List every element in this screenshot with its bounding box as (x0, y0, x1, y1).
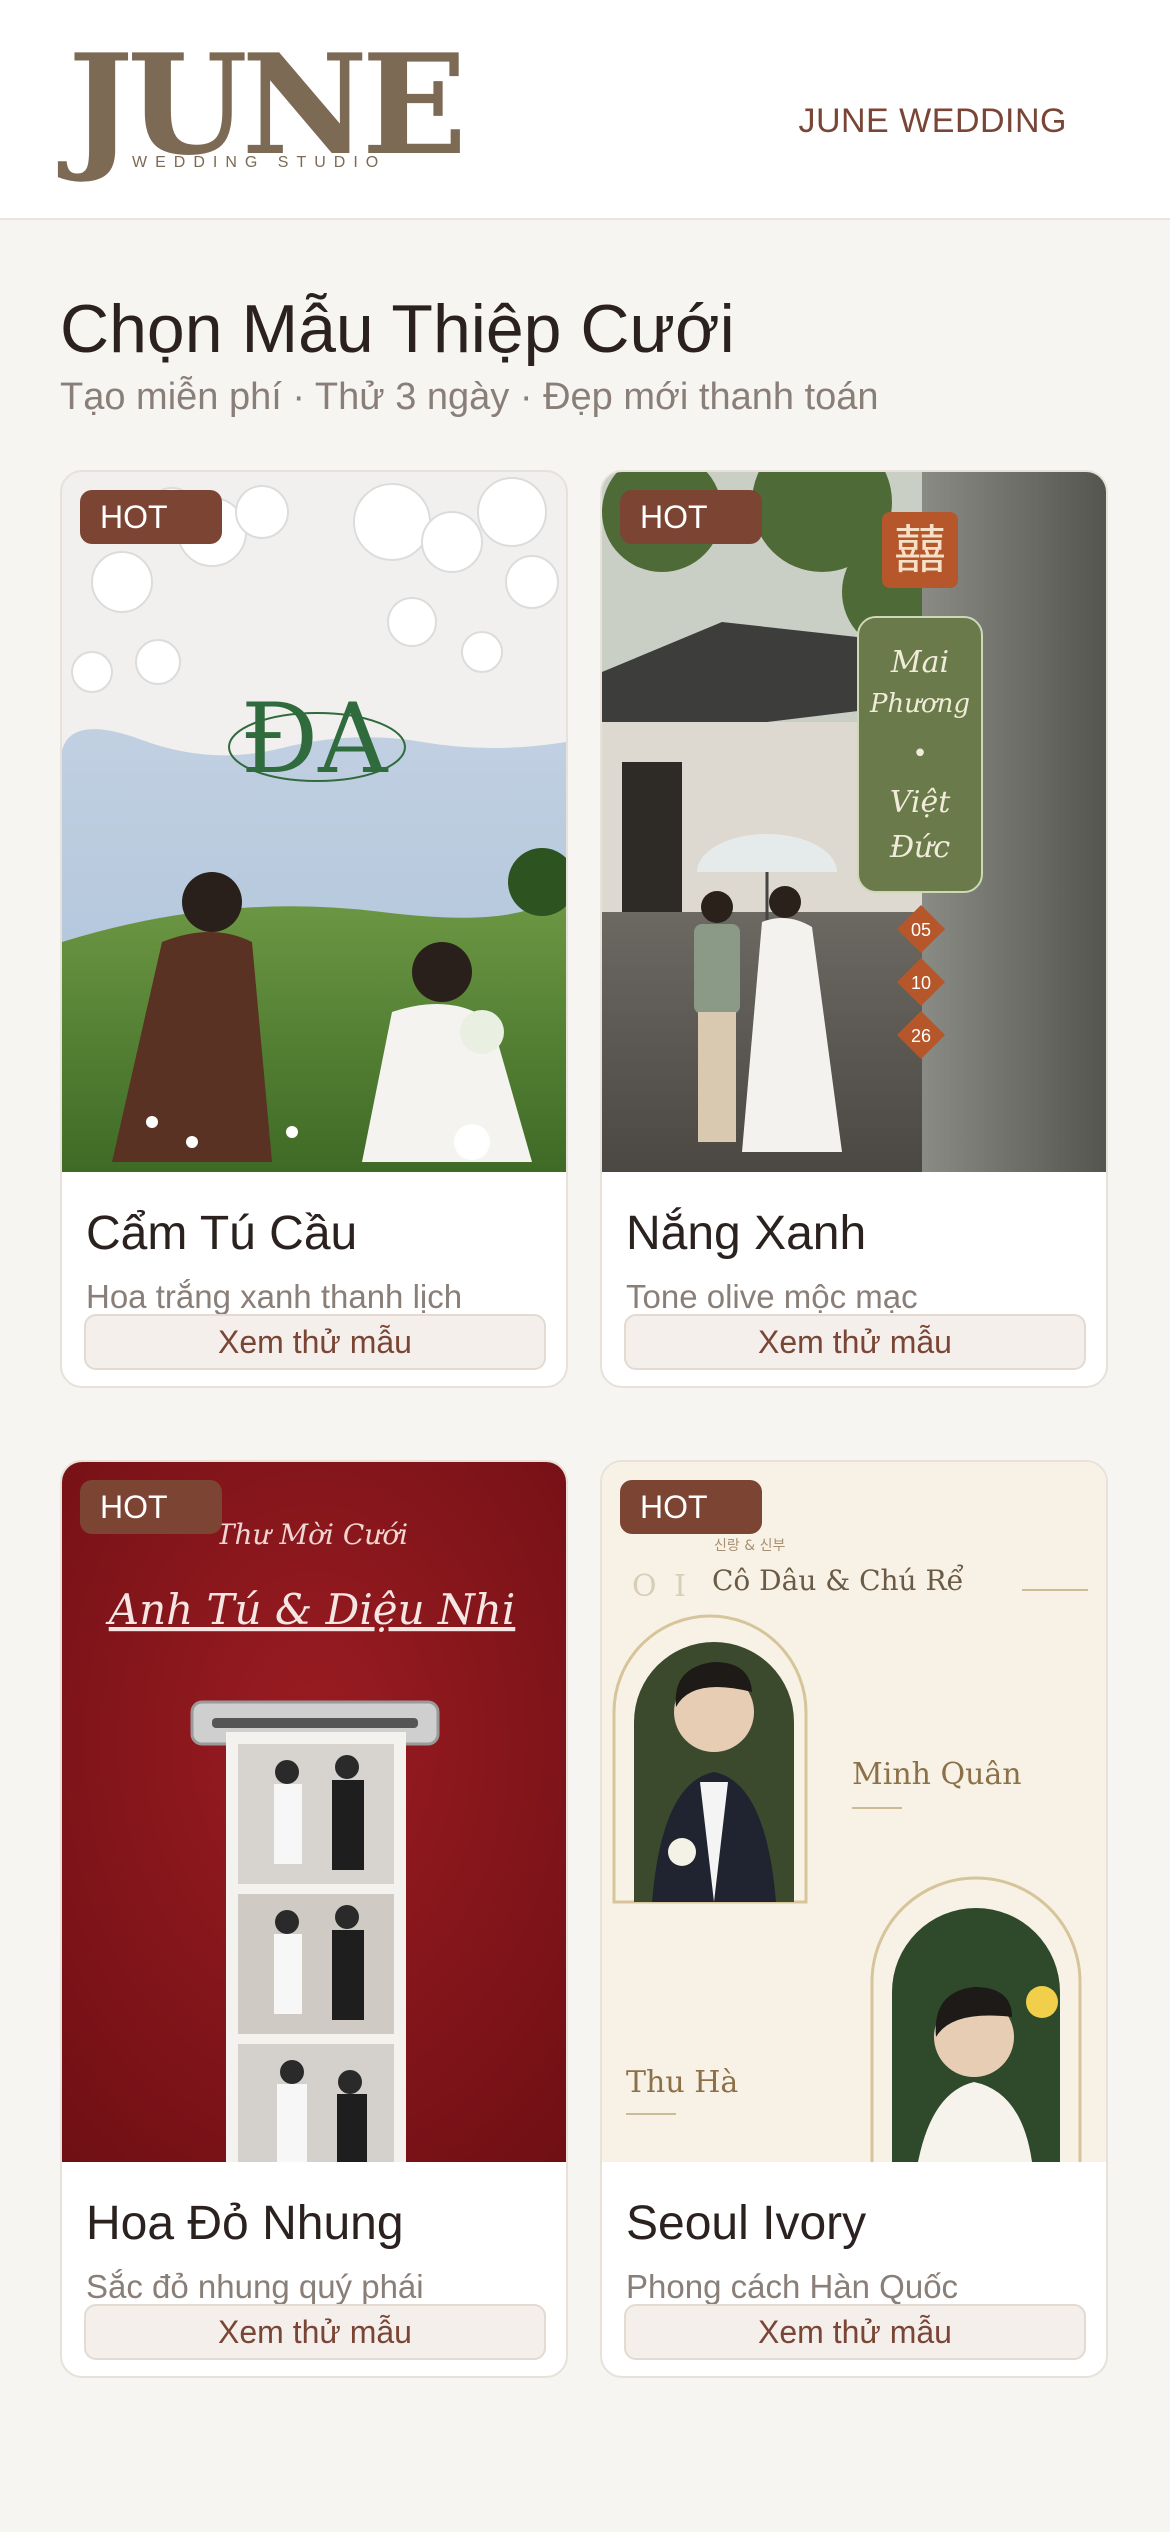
bride-name-2: Phương (869, 689, 970, 719)
template-title: Cẩm Tú Cầu (86, 1207, 358, 1260)
preview-template-button[interactable]: Xem thử mẫu (624, 2304, 1086, 2360)
hot-badge: HOT (80, 1480, 222, 1534)
template-description: Sắc đỏ nhung quý phái (86, 2268, 424, 2305)
app-header: JUNE WEDDING STUDIO JUNE WEDDING (0, 0, 1170, 220)
template-title: Nắng Xanh (626, 1207, 867, 1260)
template-description: Phong cách Hàn Quốc (626, 2268, 959, 2305)
monogram-text: ĐA (241, 683, 389, 795)
template-preview-image[interactable]: 신랑 & 신부 O I Cô Dâu & Chú Rể Minh Quân Th… (602, 1462, 1106, 2162)
groom-name: Minh Quân (852, 1757, 1022, 1792)
date-day: 05 (911, 920, 931, 940)
groom-name-1: Việt (890, 785, 951, 820)
template-card-hoa-do-nhung[interactable]: Thư Mời Cưới Anh Tú & Diệu Nhi HOT Hoa Đ… (60, 1460, 568, 2378)
logo-wordmark: JUNE (68, 23, 467, 186)
korean-label: 신랑 & 신부 (714, 1538, 785, 1554)
double-happiness-symbol: 囍 (894, 521, 946, 581)
template-title: Hoa Đỏ Nhung (86, 2197, 404, 2250)
groom-name-2: Đức (889, 830, 951, 865)
section-heading: Cô Dâu & Chú Rể (712, 1564, 964, 1597)
template-description: Tone olive mộc mạc (626, 1278, 918, 1315)
brand-link[interactable]: JUNE WEDDING (798, 102, 1067, 141)
olive-preview-art: 囍 Mai Phương • Việt Đức 05 10 26 (602, 472, 1106, 1172)
hot-badge: HOT (620, 490, 762, 544)
hydrangea-preview-art: ĐA (62, 472, 566, 1172)
template-preview-image[interactable]: ĐA HOT (62, 472, 566, 1172)
page-subtitle: Tạo miễn phí · Thử 3 ngày · Đẹp mới than… (60, 376, 879, 418)
template-preview-image[interactable]: 囍 Mai Phương • Việt Đức 05 10 26 HOT (602, 472, 1106, 1172)
invite-label: Thư Mời Cưới (216, 1518, 408, 1551)
name-separator: • (912, 739, 927, 769)
couple-names: Anh Tú & Diệu Nhi (105, 1585, 516, 1634)
preview-template-button[interactable]: Xem thử mẫu (624, 1314, 1086, 1370)
preview-template-button[interactable]: Xem thử mẫu (84, 2304, 546, 2360)
page-title: Chọn Mẫu Thiệp Cưới (60, 291, 735, 367)
template-card-nang-xanh[interactable]: 囍 Mai Phương • Việt Đức 05 10 26 HOT Nắn… (600, 470, 1108, 1388)
template-card-seoul-ivory[interactable]: 신랑 & 신부 O I Cô Dâu & Chú Rể Minh Quân Th… (600, 1460, 1108, 2378)
template-description: Hoa trắng xanh thanh lịch (86, 1278, 463, 1315)
velvet-red-preview-art: Thư Mời Cưới Anh Tú & Diệu Nhi (62, 1462, 566, 2162)
template-preview-image[interactable]: Thư Mời Cưới Anh Tú & Diệu Nhi HOT (62, 1462, 566, 2162)
ivory-preview-art: 신랑 & 신부 O I Cô Dâu & Chú Rể Minh Quân Th… (602, 1462, 1106, 2162)
bride-name-1: Mai (890, 645, 949, 680)
date-year: 26 (911, 1026, 931, 1046)
hot-badge: HOT (80, 490, 222, 544)
studio-logo[interactable]: JUNE WEDDING STUDIO (68, 36, 467, 180)
section-number: O I (632, 1569, 690, 1604)
hot-badge: HOT (620, 1480, 762, 1534)
preview-template-button[interactable]: Xem thử mẫu (84, 1314, 546, 1370)
bride-name: Thu Hà (626, 2065, 738, 2100)
logo-subtitle: WEDDING STUDIO (132, 154, 387, 171)
date-month: 10 (911, 973, 931, 993)
template-title: Seoul Ivory (626, 2197, 867, 2250)
template-card-cam-tu-cau[interactable]: ĐA HOT Cẩm Tú Cầu Hoa trắng xanh thanh l… (60, 470, 568, 1388)
